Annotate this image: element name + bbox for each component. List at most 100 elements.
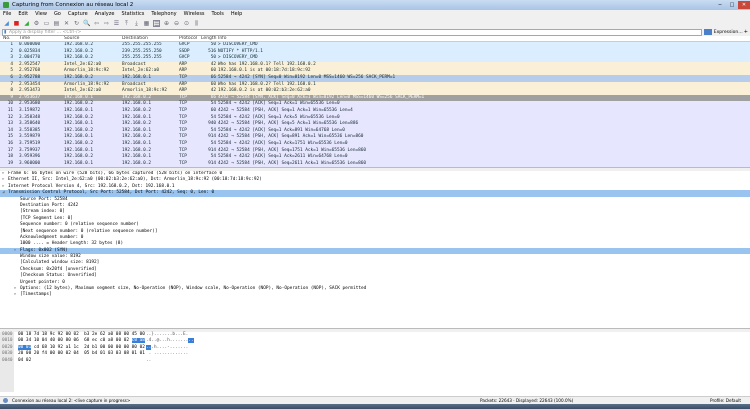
capture-options-icon[interactable]: ⚙ [33,20,40,27]
find-packet-icon[interactable]: 🔍 [83,20,90,27]
ascii-text: ..}.......b...E. [146,332,188,337]
open-file-icon[interactable]: ▭ [43,20,50,27]
packet-row[interactable]: 32.004770192.168.0.2255.255.255.255GVCP5… [0,55,750,62]
packet-row[interactable]: 82.953473Intel_2e:62:a0Armorlin_18:9c:92… [0,88,750,95]
go-first-icon[interactable]: ⤒ [123,20,130,27]
packet-time: 2.952768 [15,68,64,75]
packet-protocol: TCP [179,75,201,82]
maximize-button[interactable]: □ [726,1,738,9]
packet-bytes[interactable]: 0000001000200030004000 18 7d 18 9c 92 00… [0,332,750,392]
packet-info: 192.168.0.2 is at 00:02:b3:2e:62:a0 [218,88,750,95]
packet-row[interactable]: 72.953454Armorlin_18:9c:92BroadcastARP60… [0,82,750,89]
packet-row[interactable]: 193.960000192.168.0.1192.168.0.2TCP91442… [0,161,750,168]
detail-text: Acknowledgment number: 0 [20,235,83,240]
detail-text: 1000 .... = Header Length: 32 bytes (8) [20,241,123,246]
profile-selector[interactable]: Profile: Default [710,398,750,403]
menu-bar: File Edit View Go Capture Analyze Statistics Te… [0,10,750,18]
packet-protocol: TCP [179,154,201,161]
hex-ascii[interactable]: .. [146,358,194,364]
autoscroll-icon[interactable]: ▦ [143,20,150,27]
packet-protocol: GVCP [179,55,201,62]
close-file-icon[interactable]: ✕ [63,20,70,27]
save-file-icon[interactable]: ▤ [53,20,60,27]
packet-row[interactable]: 183.959396192.168.0.2192.168.0.1TCP54525… [0,154,750,161]
column-header-time[interactable]: Time [15,36,64,41]
packet-row[interactable]: 20.025834192.168.0.2239.255.255.250SSDP5… [0,49,750,56]
apply-filter-button[interactable] [704,29,712,35]
resize-columns-icon[interactable]: ⫼ [193,20,200,27]
detail-text: Destination Port: 4242 [20,203,78,208]
menu-go[interactable]: Go [54,11,61,17]
shark-fin-start-icon[interactable]: ◢ [3,20,10,27]
menu-view[interactable]: View [35,11,47,17]
packet-no: 18 [0,154,15,161]
packet-no: 8 [0,88,15,95]
hex-bytes[interactable]: 20 00 20 f4 00 00 02 04 05 b4 01 03 03 0… [18,351,142,357]
menu-telephony[interactable]: Telephony [151,11,176,17]
packet-row[interactable]: 163.759519192.168.0.2192.168.0.1TCP54525… [0,141,750,148]
menu-capture[interactable]: Capture [68,11,88,17]
detail-text: Source Port: 52584 [20,197,68,202]
menu-file[interactable]: File [3,11,11,17]
menu-tools[interactable]: Tools [212,11,224,17]
menu-statistics[interactable]: Statistics [121,11,144,17]
packet-row[interactable]: 173.759937192.168.0.1192.168.0.2TCP91442… [0,148,750,155]
packet-row[interactable]: 133.358640192.168.0.1192.168.0.2TCP94042… [0,121,750,128]
bookmark-icon[interactable]: ▮ [4,30,6,35]
window-title: Capturing from Connexion au réseau local… [12,2,133,8]
packet-row[interactable]: 123.358348192.168.0.2192.168.0.1TCP54525… [0,115,750,122]
title-bar: Capturing from Connexion au réseau local… [0,0,750,10]
hex-bytes[interactable]: 04 02 [18,358,142,364]
column-header-destination[interactable]: Destination [122,36,179,41]
column-header-source[interactable]: Source [64,36,122,41]
reload-icon[interactable]: ↻ [73,20,80,27]
packet-row[interactable]: 102.953680192.168.0.2192.168.0.1TCP54525… [0,101,750,108]
detail-text: Flags: 0x002 (SYN) [20,248,68,253]
add-filter-button[interactable]: + [744,29,748,35]
menu-wireless[interactable]: Wireless [184,11,205,17]
go-back-icon[interactable]: ⇦ [93,20,100,27]
packet-row[interactable]: 143.558385192.168.0.2192.168.0.1TCP54525… [0,128,750,135]
stop-capture-icon[interactable]: ■ [13,20,20,27]
menu-analyze[interactable]: Analyze [95,11,115,17]
packet-row[interactable]: 92.953637192.168.0.1192.168.0.2TCP664242… [0,95,750,102]
hex-highlight[interactable]: 00 01 [18,345,31,350]
zoom-in-icon[interactable]: ⊕ [163,20,170,27]
hex-bytes-text: cd 68 10 92 a1 1c 2d b1 00 00 00 00 80 0… [31,345,145,350]
column-header-no[interactable]: No. [0,36,15,41]
close-button[interactable]: ✕ [738,1,750,9]
normal-size-icon[interactable]: ⊙ [183,20,190,27]
packet-row[interactable]: 113.159872192.168.0.1192.168.0.2TCP60424… [0,108,750,115]
hex-ascii[interactable]: . ............. [146,351,194,357]
detail-line[interactable]: ▸[Timestamps] [0,292,750,298]
packet-row[interactable]: 52.952768Armorlin_18:9c:92Intel_2e:62:a0… [0,68,750,75]
display-filter-input[interactable]: ▮Apply a display filter … <Ctrl-/> [2,29,702,36]
packet-row[interactable]: 42.952547Intel_2e:62:a0BroadcastARP42Who… [0,62,750,69]
detail-text: Window size value: 8192 [20,254,81,259]
column-header-protocol[interactable]: Protocol [179,36,201,41]
go-last-icon[interactable]: ⤓ [133,20,140,27]
restart-capture-icon[interactable]: ◢ [23,20,30,27]
menu-help[interactable]: Help [231,11,242,17]
go-forward-icon[interactable]: ⇨ [103,20,110,27]
packet-details[interactable]: ▸Frame 6: 66 bytes on wire (528 bits), 6… [0,171,750,329]
packet-source: 192.168.0.2 [64,55,122,62]
column-header-length[interactable]: Length [201,36,218,41]
colorize-icon[interactable]: ☰ [153,20,160,27]
packet-time: 3.960000 [15,161,64,168]
packet-source: Armorlin_18:9c:92 [64,68,122,75]
packet-row[interactable]: 62.952788192.168.0.2192.168.0.1TCP665258… [0,75,750,82]
expression-button[interactable]: Expression… [714,30,744,35]
expert-info-icon[interactable] [3,398,8,403]
menu-edit[interactable]: Edit [18,11,28,17]
detail-text: [Timestamps] [20,292,52,297]
packet-list[interactable]: 10.000000192.168.0.2255.255.255.255GVCP5… [0,42,750,168]
go-to-packet-icon[interactable]: ☰ [113,20,120,27]
column-header-info[interactable]: Info [218,36,750,41]
zoom-out-icon[interactable]: ⊖ [173,20,180,27]
ascii-highlight[interactable]: .. [188,338,193,343]
packet-row[interactable]: 153.559879192.168.0.1192.168.0.2TCP91442… [0,134,750,141]
packet-time: 2.953473 [15,88,64,95]
packet-row[interactable]: 10.000000192.168.0.2255.255.255.255GVCP5… [0,42,750,49]
minimize-button[interactable]: ─ [714,1,726,9]
